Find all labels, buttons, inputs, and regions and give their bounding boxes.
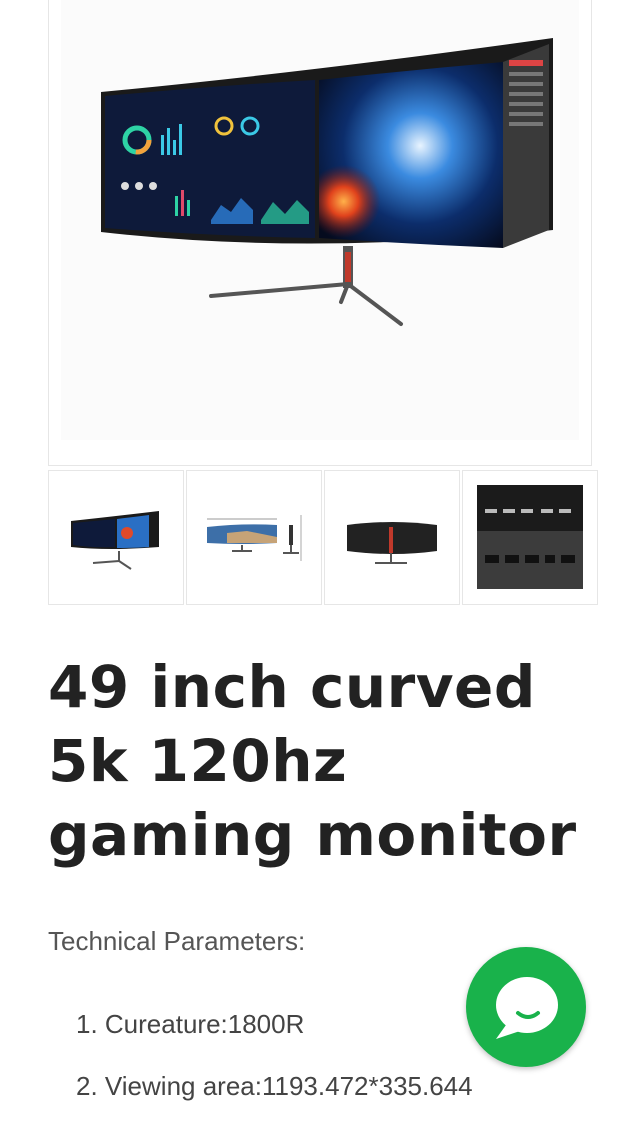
technical-parameters-heading: Technical Parameters:	[48, 926, 306, 956]
product-title: 49 inch curved 5k 120hz gaming monitor	[48, 653, 577, 869]
parameter-item: 1. Cureature:1800R	[76, 1009, 305, 1039]
chat-bubble-icon	[496, 977, 558, 1039]
technical-parameters-list: 1. Cureature:1800R 2. Viewing area:1193.…	[76, 1006, 473, 1130]
thumbnail-curved-monitor-front[interactable]	[48, 470, 184, 605]
thumbnail-strip	[48, 470, 598, 605]
thumbnail-monitor-dimension-drawing[interactable]	[186, 470, 322, 605]
parameter-item: 2. Viewing area:1193.472*335.644	[76, 1071, 473, 1101]
thumbnail-monitor-rear-view[interactable]	[324, 470, 460, 605]
chat-button[interactable]	[466, 947, 586, 1067]
main-product-image[interactable]	[61, 0, 579, 440]
thumbnail-monitor-ports-closeup[interactable]	[462, 470, 598, 605]
main-product-image-frame	[48, 0, 592, 466]
